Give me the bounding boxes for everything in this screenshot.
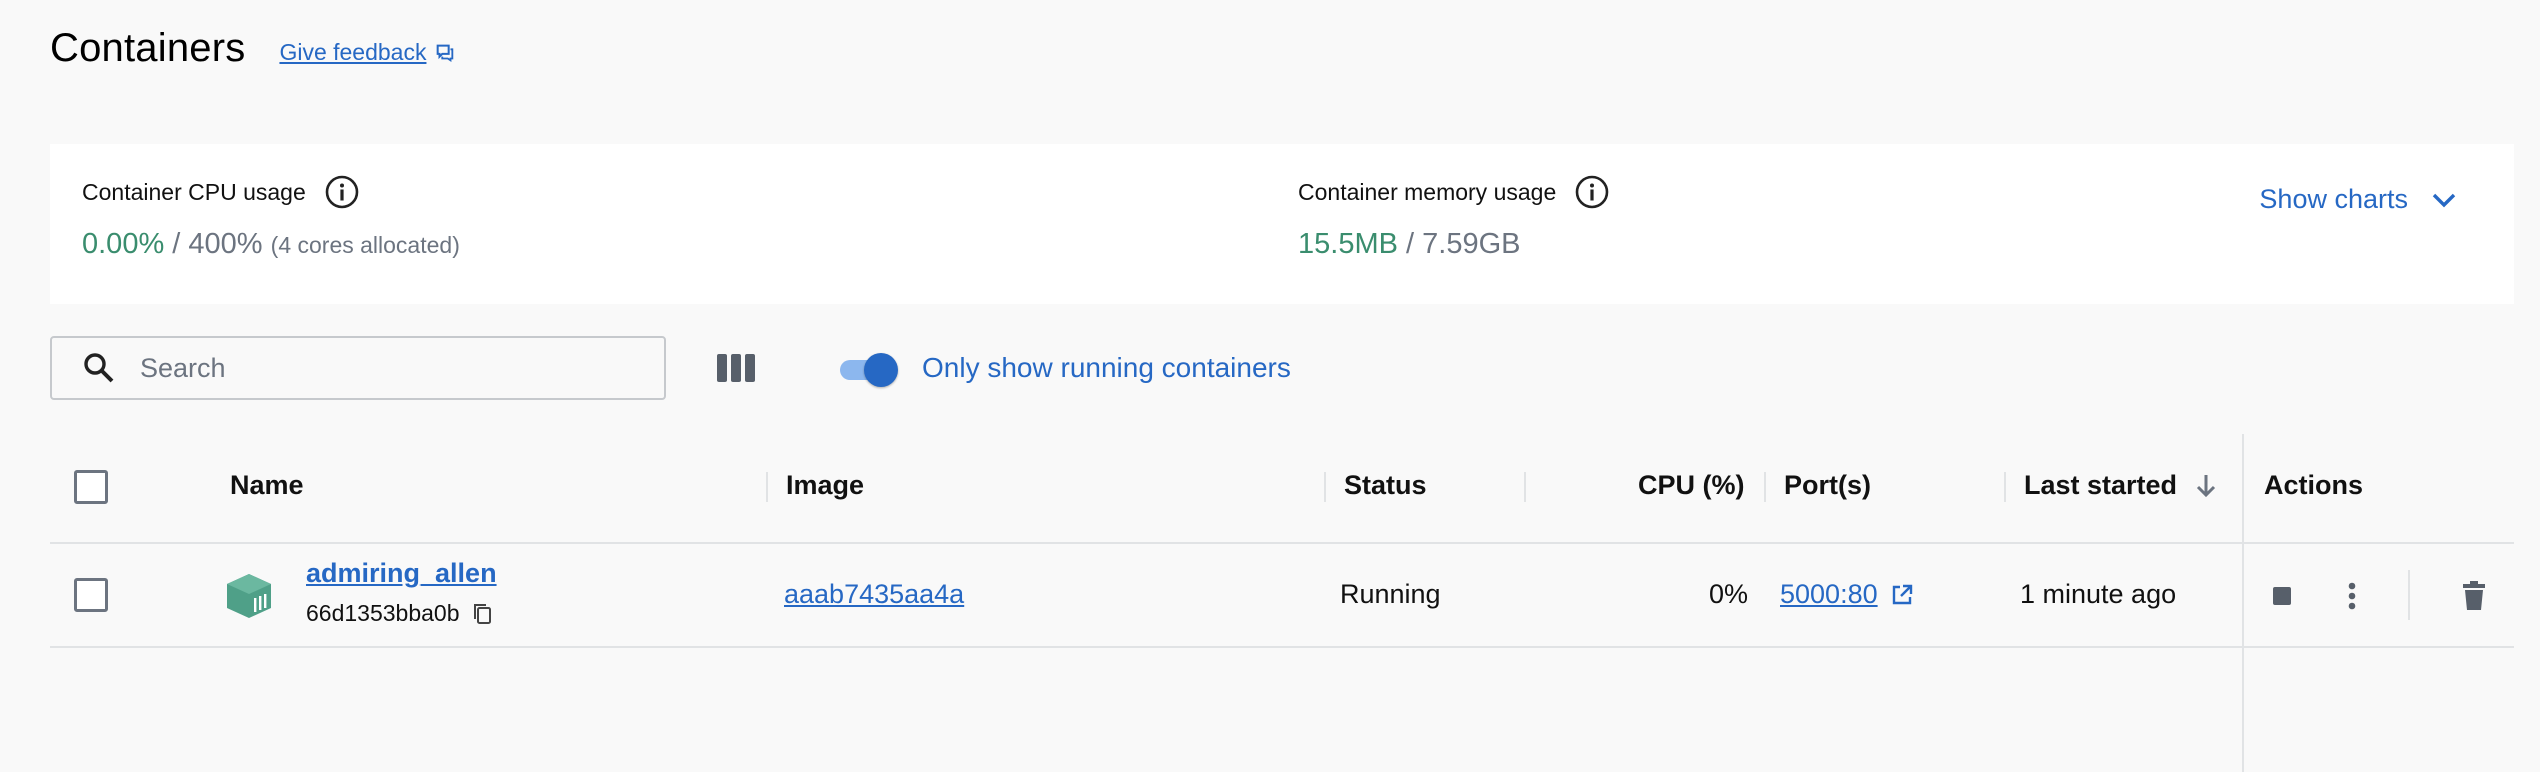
column-header-name[interactable]: Name <box>230 470 304 501</box>
more-vertical-icon <box>2348 582 2356 610</box>
cpu-used: 0.00% <box>82 228 165 260</box>
column-header-status[interactable]: Status <box>1344 470 1427 501</box>
info-icon[interactable] <box>1574 174 1610 210</box>
select-all-checkbox[interactable] <box>74 470 108 504</box>
column-divider <box>766 472 768 502</box>
delete-button[interactable] <box>2454 576 2494 616</box>
cpu-usage-label-row: Container CPU usage <box>82 174 460 210</box>
actions-column-divider <box>2242 434 2244 772</box>
container-id-text: 66d1353bba0b <box>306 600 460 626</box>
external-window-icon <box>437 44 454 62</box>
port-link[interactable]: 5000:80 <box>1780 579 1914 610</box>
toggle-knob <box>864 353 898 387</box>
column-header-cpu[interactable]: CPU (%) <box>1638 470 1745 501</box>
column-divider <box>1764 472 1766 502</box>
search-box[interactable] <box>50 336 666 400</box>
memory-usage-label: Container memory usage <box>1298 178 1557 205</box>
image-link[interactable]: aaab7435aa4a <box>784 579 964 610</box>
stop-button[interactable] <box>2262 576 2302 616</box>
cpu-usage-values: 0.00% / 400% (4 cores allocated) <box>82 228 460 261</box>
search-icon <box>84 353 114 383</box>
containers-page: Containers Give feedback Container CPU u… <box>0 0 2540 772</box>
table-header: Name Image Status CPU (%) Port(s) Last s… <box>50 434 2514 544</box>
chevron-down-icon <box>2432 193 2456 207</box>
cpu-cores-note: (4 cores allocated) <box>270 232 460 258</box>
memory-total: 7.59GB <box>1422 228 1521 260</box>
last-started-label: Last started <box>2024 470 2178 500</box>
last-started-value: 1 minute ago <box>2020 579 2177 609</box>
cpu-separator: / <box>172 228 181 260</box>
search-input[interactable] <box>140 352 620 384</box>
info-icon[interactable] <box>324 174 360 210</box>
only-running-label[interactable]: Only show running containers <box>922 352 1291 384</box>
container-icon <box>227 574 271 618</box>
memory-used: 15.5MB <box>1298 228 1398 260</box>
column-header-image[interactable]: Image <box>786 470 864 501</box>
memory-usage-values: 15.5MB / 7.59GB <box>1298 228 1610 261</box>
container-id: 66d1353bba0b <box>306 600 494 627</box>
show-charts-label: Show charts <box>2259 184 2408 214</box>
page-title: Containers <box>50 26 246 70</box>
sort-down-arrow-icon <box>2197 474 2216 497</box>
show-charts-button[interactable]: Show charts <box>2259 184 2458 215</box>
table-row[interactable]: admiring_allen 66d1353bba0b aaab7435aa4a… <box>50 544 2514 648</box>
action-divider <box>2408 570 2410 620</box>
more-actions-button[interactable] <box>2332 576 2372 616</box>
give-feedback-link[interactable]: Give feedback <box>279 39 456 66</box>
cpu-usage-label: Container CPU usage <box>82 178 306 205</box>
column-divider <box>2004 472 2006 502</box>
external-link-icon <box>1892 584 1912 604</box>
cpu-total: 400% <box>188 228 263 260</box>
memory-separator: / <box>1406 228 1415 260</box>
column-header-ports[interactable]: Port(s) <box>1784 470 1871 501</box>
copy-icon[interactable] <box>472 602 494 626</box>
stop-icon <box>2273 587 2291 605</box>
row-checkbox[interactable] <box>74 578 108 612</box>
page-header: Containers Give feedback <box>50 26 456 71</box>
status-text: Running <box>1340 579 1441 609</box>
memory-usage: Container memory usage 15.5MB / 7.59GB <box>1298 174 1610 261</box>
only-running-toggle[interactable] <box>838 350 900 388</box>
container-name-link[interactable]: admiring_allen <box>306 558 497 589</box>
column-header-actions: Actions <box>2264 470 2364 500</box>
cpu-value: 0% <box>1708 579 1748 609</box>
column-header-last-started[interactable]: Last started <box>2024 470 2217 501</box>
usage-panel: Container CPU usage 0.00% / 400% (4 core… <box>50 144 2514 304</box>
port-link-text: 5000:80 <box>1780 579 1878 609</box>
give-feedback-label: Give feedback <box>279 39 427 65</box>
containers-table: Name Image Status CPU (%) Port(s) Last s… <box>50 434 2514 648</box>
trash-icon <box>2463 581 2485 610</box>
column-divider <box>1324 472 1326 502</box>
columns-icon[interactable] <box>716 352 756 384</box>
column-divider <box>1524 472 1526 502</box>
memory-usage-label-row: Container memory usage <box>1298 174 1610 210</box>
cpu-usage: Container CPU usage 0.00% / 400% (4 core… <box>82 174 460 261</box>
